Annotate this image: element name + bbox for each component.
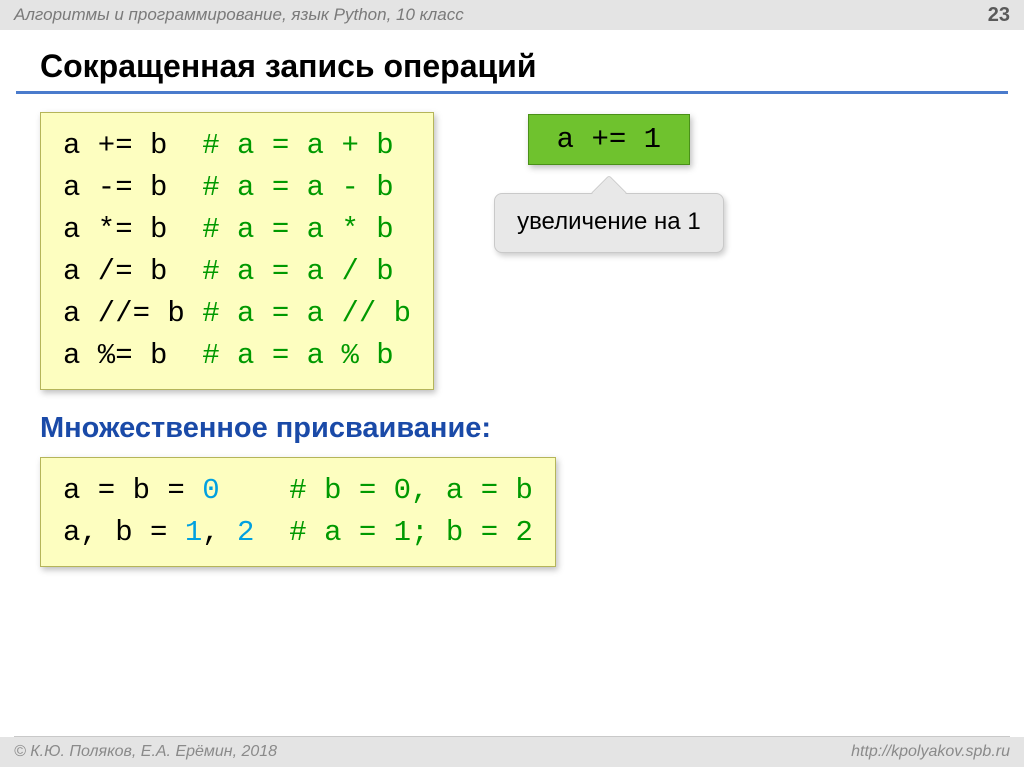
code-text: a -= b bbox=[63, 171, 202, 204]
right-column: a += 1 увеличение на 1 bbox=[494, 114, 724, 253]
slide-header: Алгоритмы и программирование, язык Pytho… bbox=[0, 0, 1024, 30]
code-number: 1 bbox=[185, 516, 202, 549]
highlight-code: a += 1 bbox=[557, 123, 661, 156]
code-text: a %= b bbox=[63, 339, 202, 372]
code-text: a //= b bbox=[63, 297, 202, 330]
callout-box: увеличение на 1 bbox=[494, 193, 724, 253]
code-line: a = b = 0 # b = 0, a = b bbox=[63, 470, 533, 512]
code-line: a /= b # a = a / b bbox=[63, 251, 411, 293]
code-comment: # a = a % b bbox=[202, 339, 393, 372]
code-text: , bbox=[202, 516, 237, 549]
code-number: 0 bbox=[202, 474, 219, 507]
code-text bbox=[254, 516, 289, 549]
callout-text: увеличение на 1 bbox=[517, 208, 701, 235]
code-comment: # a = a - b bbox=[202, 171, 393, 204]
copyright: © К.Ю. Поляков, Е.А. Ерёмин, 2018 bbox=[14, 743, 277, 761]
code-line: a //= b # a = a // b bbox=[63, 293, 411, 335]
code-comment: # a = a / b bbox=[202, 255, 393, 288]
code-line: a *= b # a = a * b bbox=[63, 209, 411, 251]
code-line: a, b = 1, 2 # a = 1; b = 2 bbox=[63, 512, 533, 554]
code-block-multiple: a = b = 0 # b = 0, a = ba, b = 1, 2 # a … bbox=[40, 457, 556, 567]
code-comment: # a = 1; b = 2 bbox=[289, 516, 533, 549]
code-comment: # a = a + b bbox=[202, 129, 393, 162]
slide-footer: © К.Ю. Поляков, Е.А. Ерёмин, 2018 http:/… bbox=[0, 737, 1024, 767]
source-url: http://kpolyakov.spb.ru bbox=[851, 743, 1010, 761]
title-underline bbox=[16, 91, 1008, 94]
content-area: a += b # a = a + ba -= b # a = a - ba *=… bbox=[0, 112, 1024, 567]
code-comment: # b = 0, a = b bbox=[289, 474, 533, 507]
page-number: 23 bbox=[988, 4, 1010, 27]
code-line: a += b # a = a + b bbox=[63, 125, 411, 167]
code-text: a /= b bbox=[63, 255, 202, 288]
row-top: a += b # a = a + ba -= b # a = a - ba *=… bbox=[40, 112, 984, 390]
code-line: a -= b # a = a - b bbox=[63, 167, 411, 209]
code-text: a *= b bbox=[63, 213, 202, 246]
breadcrumb: Алгоритмы и программирование, язык Pytho… bbox=[14, 5, 464, 25]
code-comment: # a = a // b bbox=[202, 297, 411, 330]
page-title: Сокращенная запись операций bbox=[40, 48, 1024, 85]
code-number: 2 bbox=[237, 516, 254, 549]
subheading: Множественное присваивание: bbox=[40, 412, 984, 445]
code-line: a %= b # a = a % b bbox=[63, 335, 411, 377]
code-text: a, b = bbox=[63, 516, 185, 549]
code-text: a = b = bbox=[63, 474, 202, 507]
code-text bbox=[220, 474, 290, 507]
code-text: a += b bbox=[63, 129, 202, 162]
highlight-box: a += 1 bbox=[528, 114, 690, 165]
code-block-operations: a += b # a = a + ba -= b # a = a - ba *=… bbox=[40, 112, 434, 390]
code-comment: # a = a * b bbox=[202, 213, 393, 246]
